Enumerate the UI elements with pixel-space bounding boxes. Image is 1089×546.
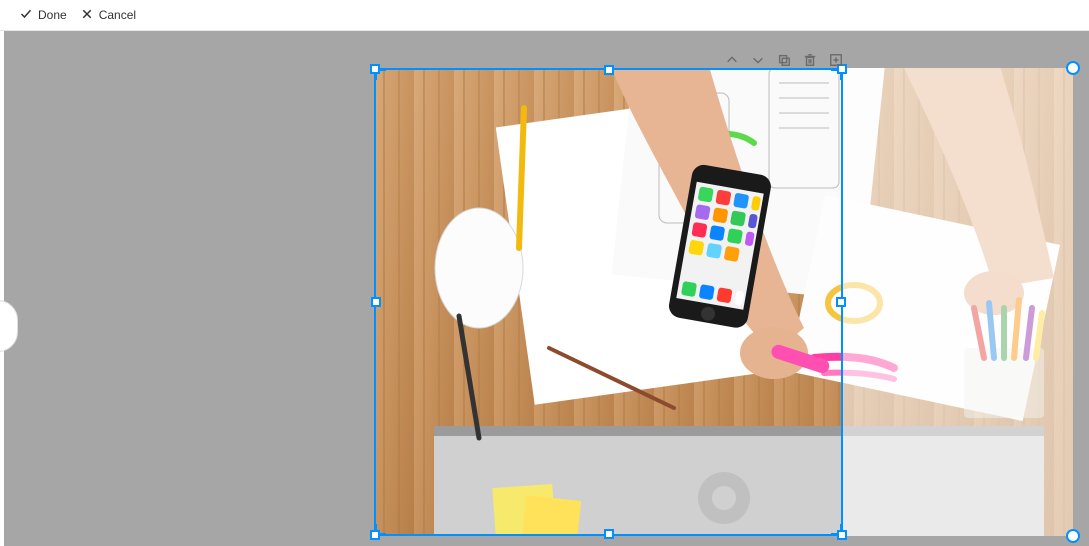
editor-canvas[interactable] [4,30,1089,546]
crop-handle-top-left[interactable] [370,64,380,74]
element-action-strip [724,52,844,68]
crop-handle-top-mid[interactable] [604,65,614,75]
crop-rectangle[interactable] [374,68,843,536]
cancel-label: Cancel [99,8,136,22]
move-up-button[interactable] [724,52,740,68]
crop-handle-bottom-right[interactable] [837,530,847,540]
crop-mask-overlay [843,68,1073,536]
cancel-button[interactable]: Cancel [81,8,136,23]
delete-button[interactable] [802,52,818,68]
check-icon [20,8,32,23]
close-icon [81,8,93,23]
duplicate-button[interactable] [776,52,792,68]
image-resize-handle-bottom-right[interactable] [1066,529,1080,543]
crop-handle-mid-left[interactable] [371,297,381,307]
move-down-button[interactable] [750,52,766,68]
crop-handle-mid-right[interactable] [836,297,846,307]
done-button[interactable]: Done [20,8,67,23]
editor-toolbar: Done Cancel [0,0,1089,31]
add-button[interactable] [828,52,844,68]
crop-handle-bottom-mid[interactable] [604,529,614,539]
crop-handle-bottom-left[interactable] [370,530,380,540]
image-resize-handle-top-right[interactable] [1066,61,1080,75]
done-label: Done [38,8,67,22]
